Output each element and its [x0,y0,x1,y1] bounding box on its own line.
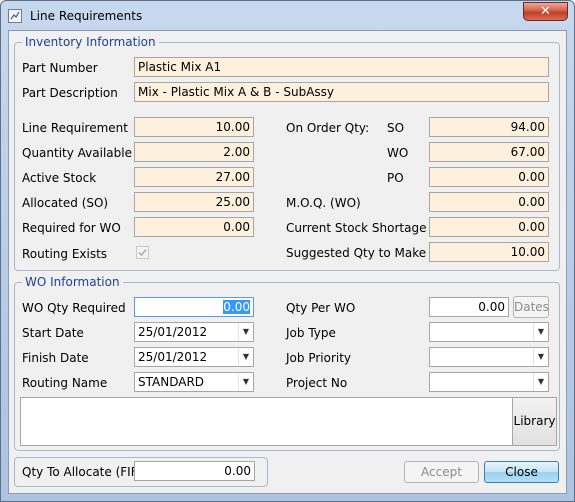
finish-date-picker[interactable]: 25/01/2012 ▼ [134,347,254,367]
routing-exists-checkbox[interactable] [136,246,149,259]
so-label: SO [387,121,405,135]
chevron-down-icon[interactable]: ▼ [238,348,253,366]
qty-per-wo-label: Qty Per WO [286,301,356,315]
po-label: PO [387,171,404,185]
wo-qty-required-value: 0.00 [223,300,250,314]
required-for-wo-field[interactable]: 0.00 [134,217,254,237]
inventory-information-group: Inventory Information Part Number Plasti… [14,35,560,271]
part-number-label: Part Number [22,61,98,75]
close-icon: ✕ [540,4,551,19]
chevron-down-icon[interactable]: ▼ [533,323,548,341]
wo-label: WO [387,146,409,160]
job-priority-label: Job Priority [286,351,352,365]
suggested-qty-label: Suggested Qty to Make [286,246,427,260]
qty-to-allocate-input[interactable]: 0.00 [134,461,255,481]
quantity-available-field[interactable]: 2.00 [134,142,254,162]
chevron-down-icon[interactable]: ▼ [238,323,253,341]
window-title: Line Requirements [30,9,143,23]
dates-button[interactable]: Dates [513,296,549,318]
active-stock-field[interactable]: 27.00 [134,167,254,187]
start-date-label: Start Date [22,326,84,340]
active-stock-label: Active Stock [22,171,97,185]
accept-button[interactable]: Accept [404,461,479,483]
line-requirement-label: Line Requirement [22,121,128,135]
wo-qty-required-input[interactable]: 0.00 [134,297,254,317]
chevron-down-icon[interactable]: ▼ [533,348,548,366]
routing-name-select[interactable]: STANDARD ▼ [134,372,254,392]
wo-information-legend: WO Information [22,275,123,289]
job-type-select[interactable]: ▼ [429,322,549,342]
project-no-label: Project No [286,376,348,390]
routing-name-label: Routing Name [22,376,108,390]
line-requirements-window: Line Requirements ✕ Inventory Informatio… [0,0,575,502]
start-date-picker[interactable]: 25/01/2012 ▼ [134,322,254,342]
library-button[interactable]: Library [512,398,556,445]
suggested-qty-field[interactable]: 10.00 [429,242,549,262]
part-number-field[interactable]: Plastic Mix A1 [134,57,549,77]
allocate-group: Qty To Allocate (FIFO) 0.00 [14,457,268,487]
wo-qty-required-label: WO Qty Required [22,301,126,315]
inventory-information-legend: Inventory Information [22,35,159,49]
line-requirement-field[interactable]: 10.00 [134,117,254,137]
close-button[interactable]: Close [484,461,559,483]
start-date-value: 25/01/2012 [138,325,208,339]
routing-exists-label: Routing Exists [22,247,108,261]
app-icon [8,9,22,23]
chevron-down-icon[interactable]: ▼ [238,373,253,391]
qty-to-allocate-label: Qty To Allocate (FIFO) [22,465,152,479]
project-no-select[interactable]: ▼ [429,372,549,392]
dialog-body: Inventory Information Part Number Plasti… [8,30,567,494]
chevron-down-icon[interactable]: ▼ [533,373,548,391]
routing-name-value: STANDARD [138,375,205,389]
current-stock-shortage-field[interactable]: 0.00 [429,217,549,237]
moq-wo-label: M.O.Q. (WO) [286,196,361,210]
on-order-qty-label: On Order Qty: [286,121,370,135]
on-order-wo-field[interactable]: 67.00 [429,142,549,162]
moq-wo-field[interactable]: 0.00 [429,192,549,212]
on-order-po-field[interactable]: 0.00 [429,167,549,187]
title-bar[interactable]: Line Requirements ✕ [1,1,574,31]
allocated-so-field[interactable]: 25.00 [134,192,254,212]
part-description-field[interactable]: Mix - Plastic Mix A & B - SubAssy [134,82,549,102]
close-window-button[interactable]: ✕ [523,2,568,21]
job-priority-select[interactable]: ▼ [429,347,549,367]
job-type-label: Job Type [286,326,336,340]
on-order-so-field[interactable]: 94.00 [429,117,549,137]
allocated-so-label: Allocated (SO) [22,196,109,210]
checkmark-icon [138,249,147,257]
finish-date-value: 25/01/2012 [138,350,208,364]
qty-per-wo-input[interactable]: 0.00 [429,297,509,317]
finish-date-label: Finish Date [22,351,89,365]
required-for-wo-label: Required for WO [22,221,121,235]
part-description-label: Part Description [22,86,118,100]
current-stock-shortage-label: Current Stock Shortage [286,221,427,235]
notes-area[interactable]: Library [20,397,557,446]
quantity-available-label: Quantity Available [22,146,132,160]
